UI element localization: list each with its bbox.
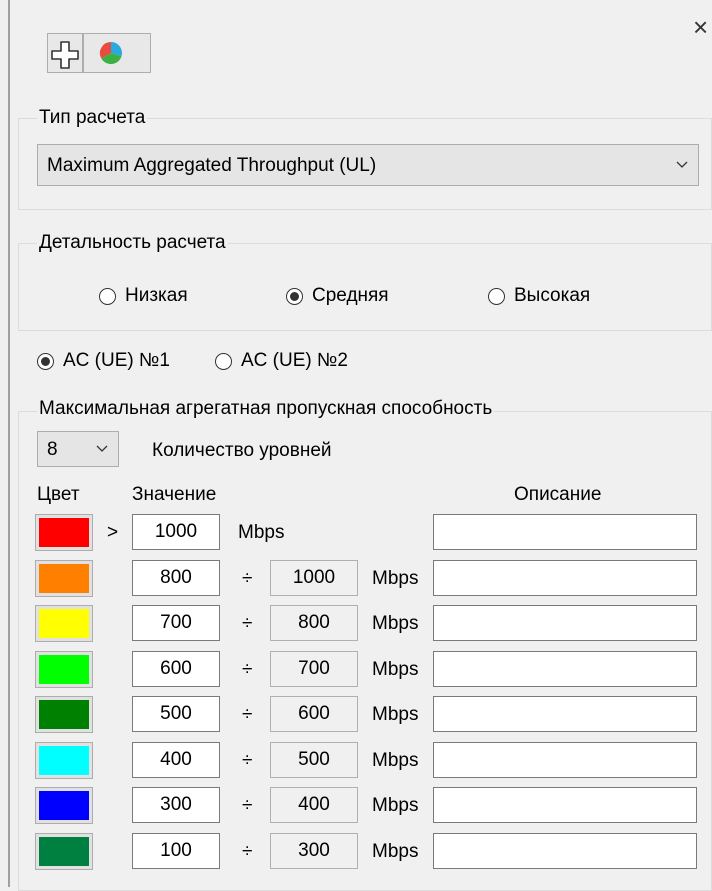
color-swatch[interactable]	[35, 787, 93, 824]
color-swatch[interactable]	[35, 651, 93, 688]
chevron-down-icon	[96, 445, 108, 452]
col-color-header: Цвет	[37, 484, 80, 505]
calc-type-value: Maximum Aggregated Throughput (UL)	[47, 155, 377, 176]
detail-high-label: Высокая	[514, 285, 591, 306]
levels-count-select[interactable]: 8	[37, 431, 119, 467]
unit-label: Mbps	[372, 613, 419, 634]
detail-high-radio[interactable]: Высокая	[488, 285, 590, 307]
levels-count-label: Количество уровней	[152, 440, 332, 461]
range-divider: ÷	[242, 704, 253, 725]
level-from-input[interactable]: 100	[132, 833, 220, 869]
detail-low-label: Низкая	[125, 285, 188, 306]
radio-circle-checked	[286, 287, 303, 305]
range-divider: ÷	[242, 841, 253, 862]
level-description-input[interactable]	[433, 742, 697, 778]
unit-label: Mbps	[372, 704, 419, 725]
chevron-down-icon	[676, 161, 688, 168]
level-to-readonly: 700	[270, 651, 358, 687]
col-desc-header: Описание	[514, 484, 602, 505]
calc-type-label: Тип расчета	[37, 107, 148, 129]
color-swatch[interactable]	[35, 696, 93, 733]
detail-medium-label: Средняя	[312, 285, 389, 306]
color-swatch[interactable]	[35, 560, 93, 597]
calc-type-select[interactable]: Maximum Aggregated Throughput (UL)	[37, 144, 699, 186]
color-fill	[39, 564, 89, 593]
level-from-input[interactable]: 600	[132, 651, 220, 687]
level-to-readonly: 800	[270, 605, 358, 641]
level-from-input[interactable]: 800	[132, 560, 220, 596]
level-description-input[interactable]	[433, 605, 697, 641]
plus-outline-icon	[51, 41, 79, 69]
ue2-radio[interactable]: AC (UE) №2	[215, 350, 348, 372]
level-to-readonly: 300	[270, 833, 358, 869]
unit-label: Mbps	[372, 795, 419, 816]
radio-circle	[99, 287, 116, 305]
unit-label: Mbps	[372, 750, 419, 771]
levels-count-value: 8	[47, 439, 58, 460]
ue2-label: AC (UE) №2	[241, 350, 348, 371]
radio-circle	[488, 287, 505, 305]
greater-than-sign: >	[107, 522, 119, 543]
level-to-readonly: 600	[270, 696, 358, 732]
detail-low-radio[interactable]: Низкая	[99, 285, 188, 307]
color-wheel-icon	[99, 41, 123, 65]
level-from-input[interactable]: 300	[132, 787, 220, 823]
level-description-input[interactable]	[433, 696, 697, 732]
unit-label: Mbps	[238, 522, 285, 543]
range-divider: ÷	[242, 795, 253, 816]
color-fill	[39, 746, 89, 775]
color-fill	[39, 837, 89, 866]
level-to-readonly: 400	[270, 787, 358, 823]
unit-label: Mbps	[372, 568, 419, 589]
color-fill	[39, 791, 89, 820]
range-divider: ÷	[242, 568, 253, 589]
radio-circle	[215, 352, 232, 370]
color-scheme-button[interactable]	[83, 33, 151, 73]
color-fill	[39, 609, 89, 638]
level-description-input[interactable]	[433, 833, 697, 869]
color-swatch[interactable]	[35, 742, 93, 779]
color-fill	[39, 700, 89, 729]
level-to-readonly: 1000	[270, 560, 358, 596]
radio-circle-checked	[37, 352, 54, 370]
level-description-input[interactable]	[433, 651, 697, 687]
color-fill	[39, 518, 89, 547]
unit-label: Mbps	[372, 659, 419, 680]
ue1-label: AC (UE) №1	[63, 350, 170, 371]
add-button[interactable]	[47, 33, 83, 73]
level-description-input[interactable]	[433, 787, 697, 823]
color-swatch[interactable]	[35, 514, 93, 551]
range-divider: ÷	[242, 613, 253, 634]
color-swatch[interactable]	[35, 833, 93, 870]
close-icon[interactable]: ×	[693, 14, 708, 40]
unit-label: Mbps	[372, 841, 419, 862]
levels-group-label: Максимальная агрегатная пропускная спосо…	[37, 398, 495, 420]
detail-medium-radio[interactable]: Средняя	[286, 285, 389, 307]
level-from-input[interactable]: 400	[132, 742, 220, 778]
level-to-readonly: 500	[270, 742, 358, 778]
level-from-input[interactable]: 500	[132, 696, 220, 732]
color-fill	[39, 655, 89, 684]
range-divider: ÷	[242, 659, 253, 680]
detail-label: Детальность расчета	[37, 232, 228, 254]
level-from-input[interactable]: 1000	[132, 514, 220, 550]
level-from-input[interactable]: 700	[132, 605, 220, 641]
col-value-header: Значение	[132, 484, 217, 505]
range-divider: ÷	[242, 750, 253, 771]
level-description-input[interactable]	[433, 514, 697, 550]
ue1-radio[interactable]: AC (UE) №1	[37, 350, 170, 372]
panel-left-border	[8, 0, 10, 887]
level-description-input[interactable]	[433, 560, 697, 596]
color-swatch[interactable]	[35, 605, 93, 642]
